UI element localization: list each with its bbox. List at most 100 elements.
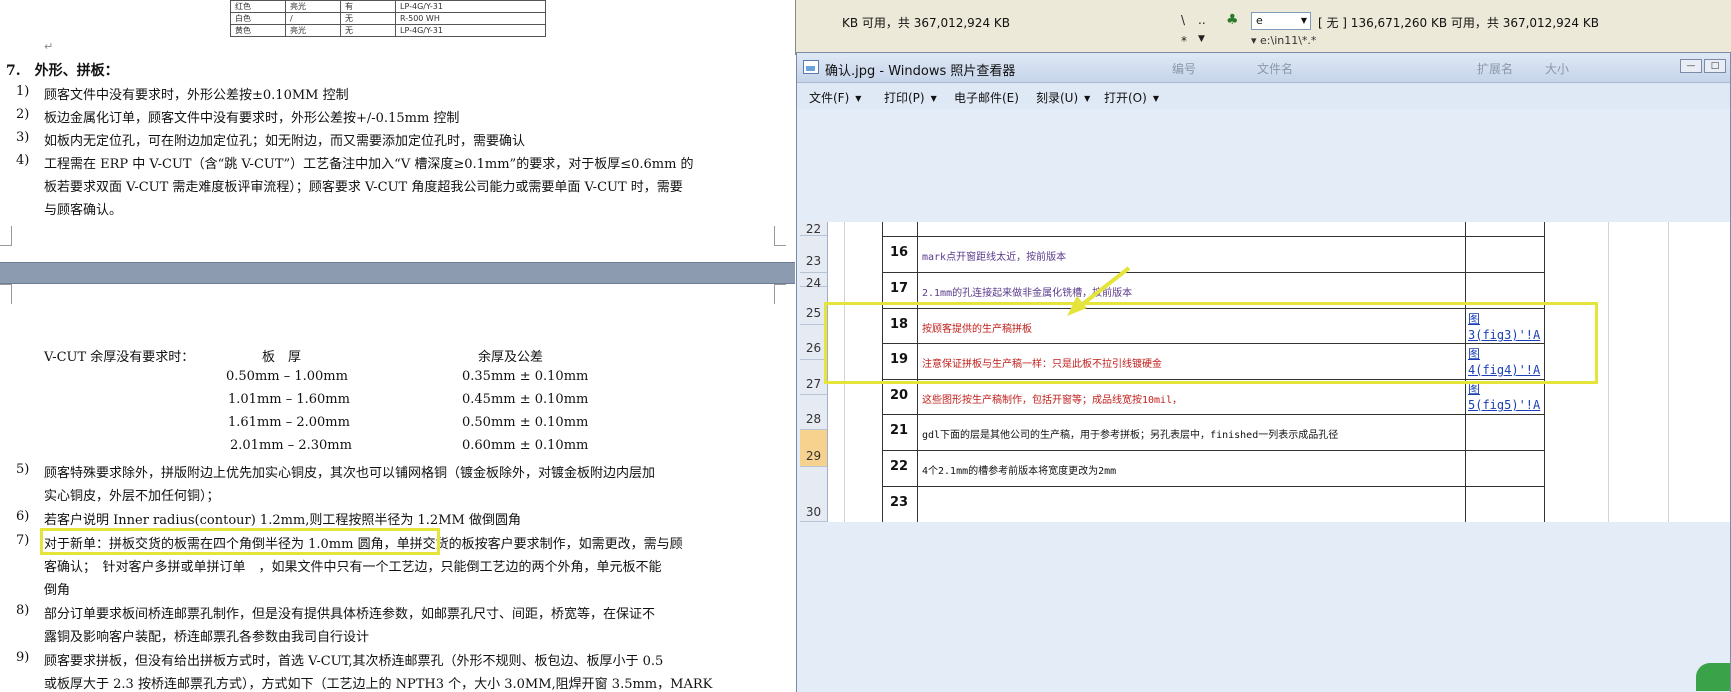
color-spec-table: 红色 亮光 有 LP-4G/Y-31 白色 / 无 R-500 WH 黄色 亮光… — [230, 0, 546, 37]
fig5-link[interactable]: 图 5(fig5)'!A — [1468, 381, 1540, 413]
page-corner-mark — [0, 284, 12, 304]
item-number: 21 — [889, 423, 909, 438]
item-number: 17 — [889, 281, 909, 296]
section-heading: 7. 外形、拼板： — [6, 63, 119, 79]
list-item: 1) 顾客文件中没有要求时，外形公差按±0.10MM 控制 — [16, 84, 349, 103]
grid-line — [882, 486, 1545, 487]
vcut-thickness: 2.01mm – 2.30mm — [230, 438, 352, 453]
vcut-col-header: 板 厚 — [262, 350, 302, 365]
item-text: 这些图形按生产稿制作，包括开窗等；成品线宽按10mil， — [922, 395, 1183, 406]
chevron-down-icon: ▼ — [1152, 94, 1159, 103]
table-row: 红色 亮光 有 LP-4G/Y-31 — [230, 0, 546, 13]
vcut-thickness: 0.50mm – 1.00mm — [226, 369, 348, 384]
title-bar[interactable]: 确认.jpg - Windows 照片查看器 编号 文件名 扩展名 大小 — □ — [797, 53, 1730, 83]
word-document: 红色 亮光 有 LP-4G/Y-31 白色 / 无 R-500 WH 黄色 亮光… — [0, 0, 795, 692]
item-text: 4个2.1mm的槽参考前版本将宽度更改为2mm — [922, 466, 1117, 477]
chevron-down-icon: ▼ — [1084, 94, 1091, 103]
grid-line — [882, 414, 1545, 415]
vcut-label: V-CUT 余厚没有要求时： — [44, 350, 195, 365]
star-button[interactable]: * — [1181, 34, 1187, 48]
page-gap — [0, 262, 795, 284]
list-item-continuation: 露铜及影响客户装配，桥连邮票孔各参数由我司自行设计 — [44, 630, 370, 645]
vcut-col-header: 余厚及公差 — [478, 350, 544, 365]
row-header: 30 — [800, 467, 828, 522]
row-header-active: 29 — [800, 430, 828, 467]
vcut-tolerance: 0.50mm ± 0.10mm — [462, 415, 589, 430]
vcut-tolerance: 0.35mm ± 0.10mm — [462, 369, 589, 384]
grid-line — [882, 272, 1545, 273]
item-number: 23 — [889, 495, 909, 510]
document-page-top: 红色 亮光 有 LP-4G/Y-31 白色 / 无 R-500 WH 黄色 亮光… — [0, 0, 795, 262]
row-header: 23 — [800, 236, 828, 273]
grid-line — [882, 236, 1545, 237]
table-row: 黄色 亮光 无 LP-4G/Y-31 — [230, 24, 546, 37]
list-item-continuation: 或板厚大于 2.3 按桥连邮票孔方式），方式如下（工艺边上的 NPTH3 个，大… — [44, 677, 713, 692]
list-item: 7) 对于新单：拼板交货的板需在四个角倒半径为 1.0mm 圆角，单拼交货的板按… — [16, 533, 683, 552]
current-path: ▾ e:\in11\*.* — [1251, 34, 1317, 47]
list-item-continuation: 客确认； 针对客户多拼或单拼订单 ，如果文件中只有一个工艺边，只能倒工艺边的两个… — [44, 560, 662, 575]
list-item-continuation: 实心铜皮，外层不加任何铜）； — [44, 489, 220, 504]
item-number: 16 — [889, 245, 909, 260]
list-item: 2) 板边金属化订单，顾客文件中没有要求时，外形公差按+/-0.15mm 控制 — [16, 107, 460, 126]
grid-line — [882, 450, 1545, 451]
grid-line — [1668, 222, 1669, 522]
background-tab-label: 文件名 — [1257, 62, 1294, 76]
minimize-button[interactable]: — — [1680, 59, 1702, 73]
root-button[interactable]: \ — [1181, 13, 1185, 27]
list-item: 9) 顾客要求拼板，但没有给出拼板方式时，首选 V-CUT,其次桥连邮票孔（外形… — [16, 650, 664, 669]
grid-line — [1608, 222, 1609, 522]
list-item: 6) 若客户说明 Inner radius(contour) 1.2mm,则工程… — [16, 509, 521, 528]
table-row: 白色 / 无 R-500 WH — [230, 12, 546, 25]
menu-open[interactable]: 打开(O) ▼ — [1104, 89, 1159, 106]
left-disk-status: KB 可用，共 367,012,924 KB — [842, 16, 1010, 30]
document-page-bottom: V-CUT 余厚没有要求时： 板 厚 余厚及公差 0.50mm – 1.00mm… — [0, 284, 795, 692]
row-header: 24 — [800, 273, 828, 290]
vcut-tolerance: 0.60mm ± 0.10mm — [462, 438, 589, 453]
maximize-button[interactable]: □ — [1704, 59, 1726, 73]
parent-dir-button[interactable]: .. — [1198, 13, 1206, 27]
list-item: 5) 顾客特殊要求除外，拼版附边上优先加实心铜皮，其次也可以铺网格铜（镀金板除外… — [16, 462, 656, 481]
page-corner-mark — [774, 226, 786, 246]
item-text: mark点开窗距线太近，按前版本 — [922, 252, 1067, 263]
menu-file[interactable]: 文件(F) ▼ — [809, 89, 861, 106]
highlight-box — [824, 302, 1598, 384]
chevron-down-icon: ▼ — [1300, 16, 1307, 25]
background-tab-label: 大小 — [1545, 62, 1570, 76]
menu-burn[interactable]: 刻录(U) ▼ — [1036, 89, 1090, 106]
page-corner-mark — [0, 226, 12, 246]
item-text: gdl下面的层是其他公司的生产稿，用于参考拼板；另孔表层中，finished一列… — [922, 430, 1339, 441]
chevron-down-icon[interactable]: ▼ — [1198, 34, 1205, 44]
window-title: 确认.jpg - Windows 照片查看器 — [825, 64, 1016, 79]
chevron-down-icon: ▼ — [855, 94, 862, 103]
item-number: 22 — [889, 459, 909, 474]
highlight-box — [40, 528, 440, 555]
list-item-continuation: 倒角 — [44, 583, 71, 598]
list-item: 4) 工程需在 ERP 中 V-CUT（含“跳 V-CUT”）工艺备注中加入“V… — [16, 153, 694, 172]
taskbar-app-icon[interactable] — [1696, 663, 1730, 691]
list-item: 8) 部分订单要求板间桥连邮票孔制作，但是没有提供具体桥连参数，如邮票孔尺寸、间… — [16, 603, 656, 622]
vcut-thickness: 1.61mm – 2.00mm — [228, 415, 350, 430]
arrow-icon — [1067, 266, 1131, 316]
vcut-tolerance: 0.45mm ± 0.10mm — [462, 392, 589, 407]
list-item: 3) 如板内无定位孔，可在附边加定位孔；如无附边，而又需要添加定位孔时，需要确认 — [16, 130, 526, 149]
list-item-continuation: 与顾客确认。 — [44, 203, 123, 218]
menu-print[interactable]: 打印(P) ▼ — [884, 89, 937, 106]
file-manager-strip: KB 可用，共 367,012,924 KB \ .. * ▼ ♣ e ▼ [ … — [795, 0, 1731, 55]
photo-viewer-icon — [803, 60, 819, 74]
menu-email[interactable]: 电子邮件(E) — [954, 89, 1019, 106]
paragraph-mark-icon: ↵ — [44, 40, 54, 53]
menu-bar: 文件(F) ▼ 打印(P) ▼ 电子邮件(E) 刻录(U) ▼ 打开(O) ▼ — [797, 83, 1730, 109]
item-number: 20 — [889, 388, 909, 403]
spreadsheet-image: 22 23 24 25 26 27 28 29 30 16 mark点开窗距线太… — [800, 222, 1730, 522]
drive-select[interactable]: e ▼ — [1251, 12, 1311, 30]
background-tab-label: 编号 — [1172, 62, 1197, 76]
image-canvas[interactable]: 22 23 24 25 26 27 28 29 30 16 mark点开窗距线太… — [797, 109, 1730, 692]
row-header: 22 — [800, 222, 828, 236]
page-corner-mark — [774, 284, 786, 304]
list-item-continuation: 板若要求双面 V-CUT 需走难度板评审流程）；顾客要求 V-CUT 角度超我公… — [44, 180, 683, 195]
photo-viewer-window: 确认.jpg - Windows 照片查看器 编号 文件名 扩展名 大小 — □… — [796, 52, 1731, 692]
right-disk-status: [ 无 ] 136,671,260 KB 可用，共 367,012,924 KB — [1318, 16, 1599, 30]
row-header: 28 — [800, 395, 828, 430]
network-icon[interactable]: ♣ — [1226, 12, 1239, 28]
vcut-thickness: 1.01mm – 1.60mm — [228, 392, 350, 407]
